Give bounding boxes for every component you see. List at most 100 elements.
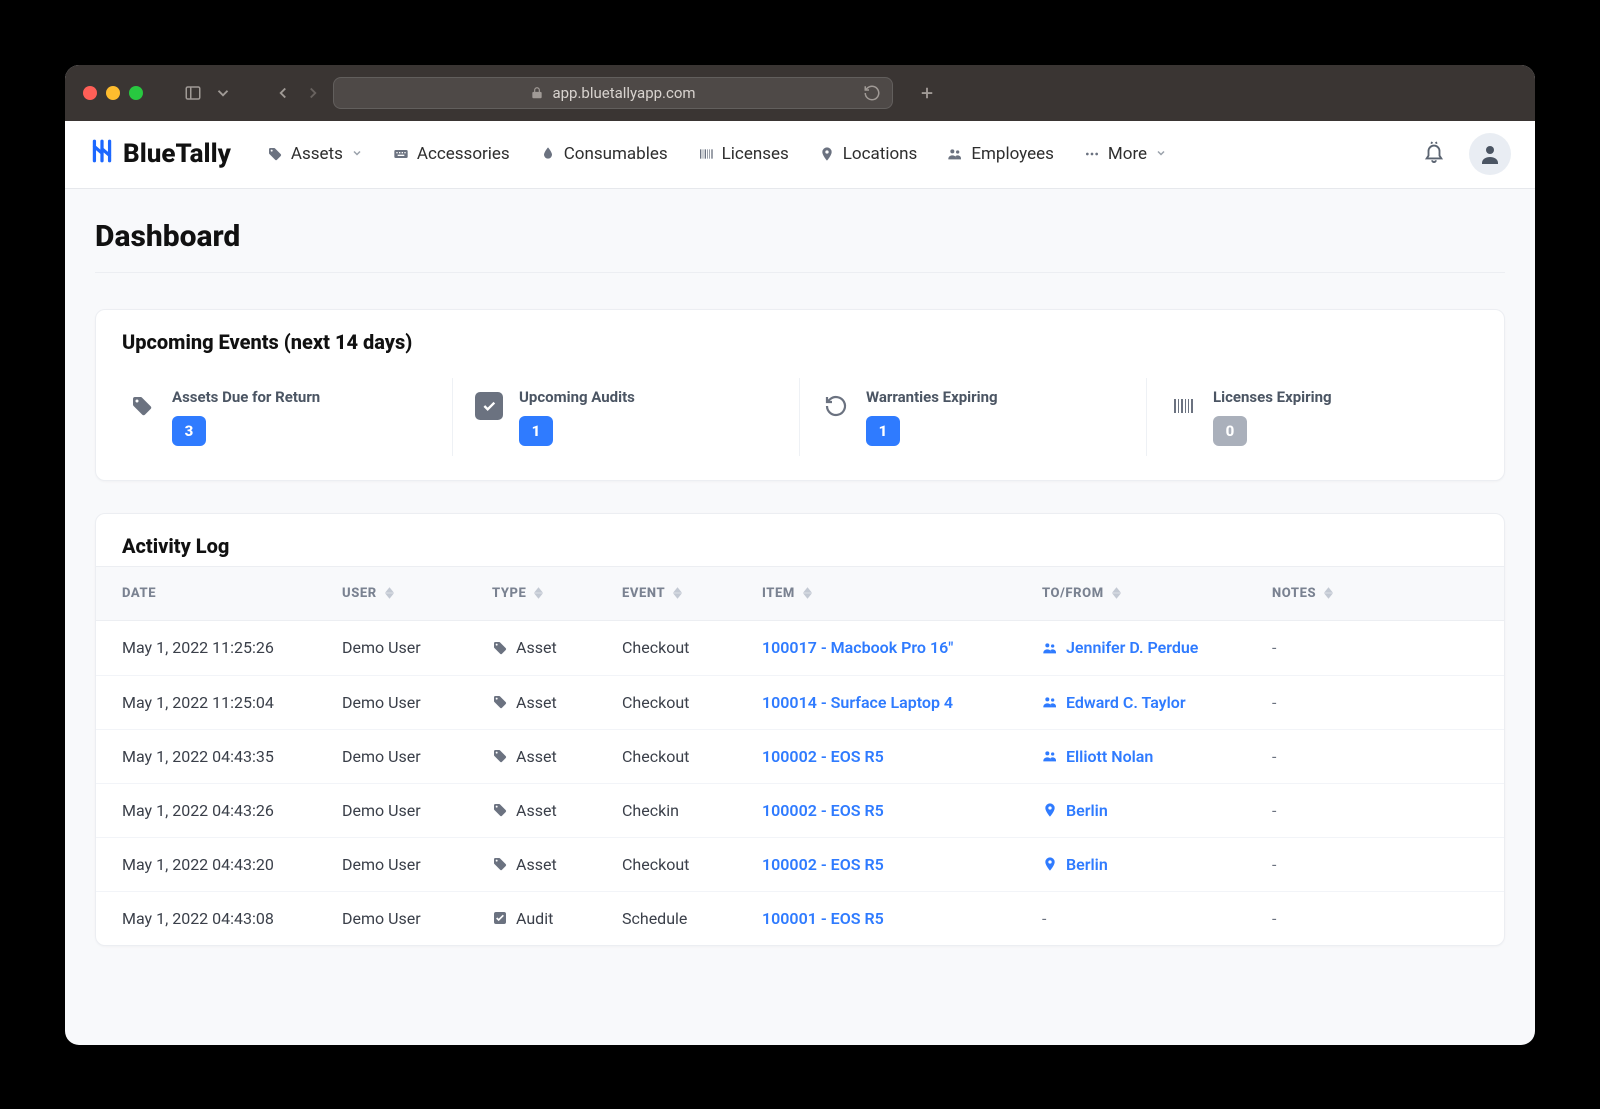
nav-licenses[interactable]: Licenses xyxy=(698,144,789,164)
nav-more[interactable]: More xyxy=(1084,144,1167,164)
cell-user: Demo User xyxy=(342,909,492,928)
nav-assets[interactable]: Assets xyxy=(267,144,363,164)
tag-icon xyxy=(492,694,508,710)
cell-event: Checkout xyxy=(622,638,762,657)
event-count-badge: 1 xyxy=(519,416,553,446)
barcode-icon xyxy=(698,146,714,162)
cell-tofrom[interactable]: Jennifer D. Perdue xyxy=(1042,638,1272,657)
event-count-badge: 3 xyxy=(172,416,206,446)
lock-icon xyxy=(530,86,544,100)
cell-item-link[interactable]: 100002 - EOS R5 xyxy=(762,801,1042,820)
activity-log-heading: Activity Log xyxy=(96,514,1504,566)
cell-date: May 1, 2022 11:25:26 xyxy=(122,638,342,657)
pin-icon xyxy=(819,146,835,162)
user-avatar[interactable] xyxy=(1469,133,1511,175)
nav-consumables[interactable]: Consumables xyxy=(540,144,668,164)
app-nav: BlueTally Assets Accessories Consumables… xyxy=(65,121,1535,189)
keyboard-icon xyxy=(393,146,409,162)
barcode-icon xyxy=(1169,392,1197,420)
nav-back-button[interactable] xyxy=(273,83,293,103)
cell-date: May 1, 2022 04:43:26 xyxy=(122,801,342,820)
table-row: May 1, 2022 04:43:26Demo User AssetCheck… xyxy=(96,783,1504,837)
cell-item-link[interactable]: 100002 - EOS R5 xyxy=(762,855,1042,874)
tag-icon xyxy=(128,392,156,420)
page-title: Dashboard xyxy=(95,219,1505,254)
maximize-window-button[interactable] xyxy=(129,86,143,100)
brand-logo[interactable]: BlueTally xyxy=(89,138,231,171)
cell-event: Checkout xyxy=(622,855,762,874)
cell-tofrom[interactable]: Elliott Nolan xyxy=(1042,747,1272,766)
cell-notes: - xyxy=(1272,747,1478,766)
reload-icon[interactable] xyxy=(862,83,882,103)
cell-tofrom[interactable]: Edward C. Taylor xyxy=(1042,693,1272,712)
tag-icon xyxy=(492,856,508,872)
cell-user: Demo User xyxy=(342,747,492,766)
event-count-badge: 0 xyxy=(1213,416,1247,446)
col-type[interactable]: TYPE xyxy=(492,586,622,601)
minimize-window-button[interactable] xyxy=(106,86,120,100)
chevron-down-icon xyxy=(1155,144,1167,164)
cell-item-link[interactable]: 100002 - EOS R5 xyxy=(762,747,1042,766)
event-count-badge: 1 xyxy=(866,416,900,446)
pin-icon xyxy=(1042,802,1058,818)
upcoming-events-row: Assets Due for Return 3 Upcoming Audits … xyxy=(96,362,1504,480)
new-tab-button[interactable] xyxy=(917,83,937,103)
cell-item-link[interactable]: 100017 - Macbook Pro 16" xyxy=(762,638,1042,657)
cell-date: May 1, 2022 11:25:04 xyxy=(122,693,342,712)
cell-user: Demo User xyxy=(342,693,492,712)
cell-notes: - xyxy=(1272,801,1478,820)
event-label: Licenses Expiring xyxy=(1213,388,1332,406)
close-window-button[interactable] xyxy=(83,86,97,100)
cell-user: Demo User xyxy=(342,855,492,874)
cell-item-link[interactable]: 100014 - Surface Laptop 4 xyxy=(762,693,1042,712)
tag-icon xyxy=(492,748,508,764)
cell-tofrom[interactable]: Berlin xyxy=(1042,855,1272,874)
cell-date: May 1, 2022 04:43:20 xyxy=(122,855,342,874)
cell-user: Demo User xyxy=(342,638,492,657)
col-tofrom[interactable]: TO/FROM xyxy=(1042,586,1272,601)
nav-accessories[interactable]: Accessories xyxy=(393,144,510,164)
table-header: DATE USER TYPE EVENT ITEM TO/FROM NOTES xyxy=(96,567,1504,621)
dots-icon xyxy=(1084,146,1100,162)
address-bar[interactable]: app.bluetallyapp.com xyxy=(333,77,893,109)
chevron-down-icon[interactable] xyxy=(213,83,233,103)
cell-event: Checkin xyxy=(622,801,762,820)
sort-icon xyxy=(673,587,682,599)
window-controls xyxy=(83,86,143,100)
col-item[interactable]: ITEM xyxy=(762,586,1042,601)
people-icon xyxy=(947,146,963,162)
browser-window: app.bluetallyapp.com BlueTally Assets xyxy=(65,65,1535,1045)
cell-date: May 1, 2022 04:43:08 xyxy=(122,909,342,928)
nav-locations[interactable]: Locations xyxy=(819,144,918,164)
table-row: May 1, 2022 04:43:08Demo User AuditSched… xyxy=(96,891,1504,945)
col-user[interactable]: USER xyxy=(342,586,492,601)
people-icon xyxy=(1042,748,1058,764)
sort-icon xyxy=(1112,587,1121,599)
event-label: Upcoming Audits xyxy=(519,388,635,406)
event-upcoming-audits[interactable]: Upcoming Audits 1 xyxy=(453,378,800,456)
sidebar-toggle-icon[interactable] xyxy=(183,83,203,103)
col-date[interactable]: DATE xyxy=(122,586,342,601)
table-body: May 1, 2022 11:25:26Demo User AssetCheck… xyxy=(96,621,1504,945)
cell-tofrom[interactable]: Berlin xyxy=(1042,801,1272,820)
event-licenses-expiring[interactable]: Licenses Expiring 0 xyxy=(1147,378,1494,456)
cell-item-link[interactable]: 100001 - EOS R5 xyxy=(762,909,1042,928)
notifications-button[interactable] xyxy=(1423,141,1445,167)
activity-log-card: Activity Log DATE USER TYPE EVENT ITEM T… xyxy=(95,513,1505,946)
cell-event: Checkout xyxy=(622,693,762,712)
people-icon xyxy=(1042,640,1058,656)
col-event[interactable]: EVENT xyxy=(622,586,762,601)
address-text: app.bluetallyapp.com xyxy=(552,84,695,102)
cell-type: Asset xyxy=(492,638,622,657)
nav-employees[interactable]: Employees xyxy=(947,144,1054,164)
cell-type: Asset xyxy=(492,855,622,874)
cell-notes: - xyxy=(1272,855,1478,874)
content: Dashboard Upcoming Events (next 14 days)… xyxy=(65,189,1535,1045)
event-assets-due[interactable]: Assets Due for Return 3 xyxy=(106,378,453,456)
col-notes[interactable]: NOTES xyxy=(1272,586,1478,601)
pin-icon xyxy=(1042,856,1058,872)
event-warranties-expiring[interactable]: Warranties Expiring 1 xyxy=(800,378,1147,456)
tag-icon xyxy=(492,640,508,656)
nav-forward-button[interactable] xyxy=(303,83,323,103)
upcoming-events-card: Upcoming Events (next 14 days) Assets Du… xyxy=(95,309,1505,481)
